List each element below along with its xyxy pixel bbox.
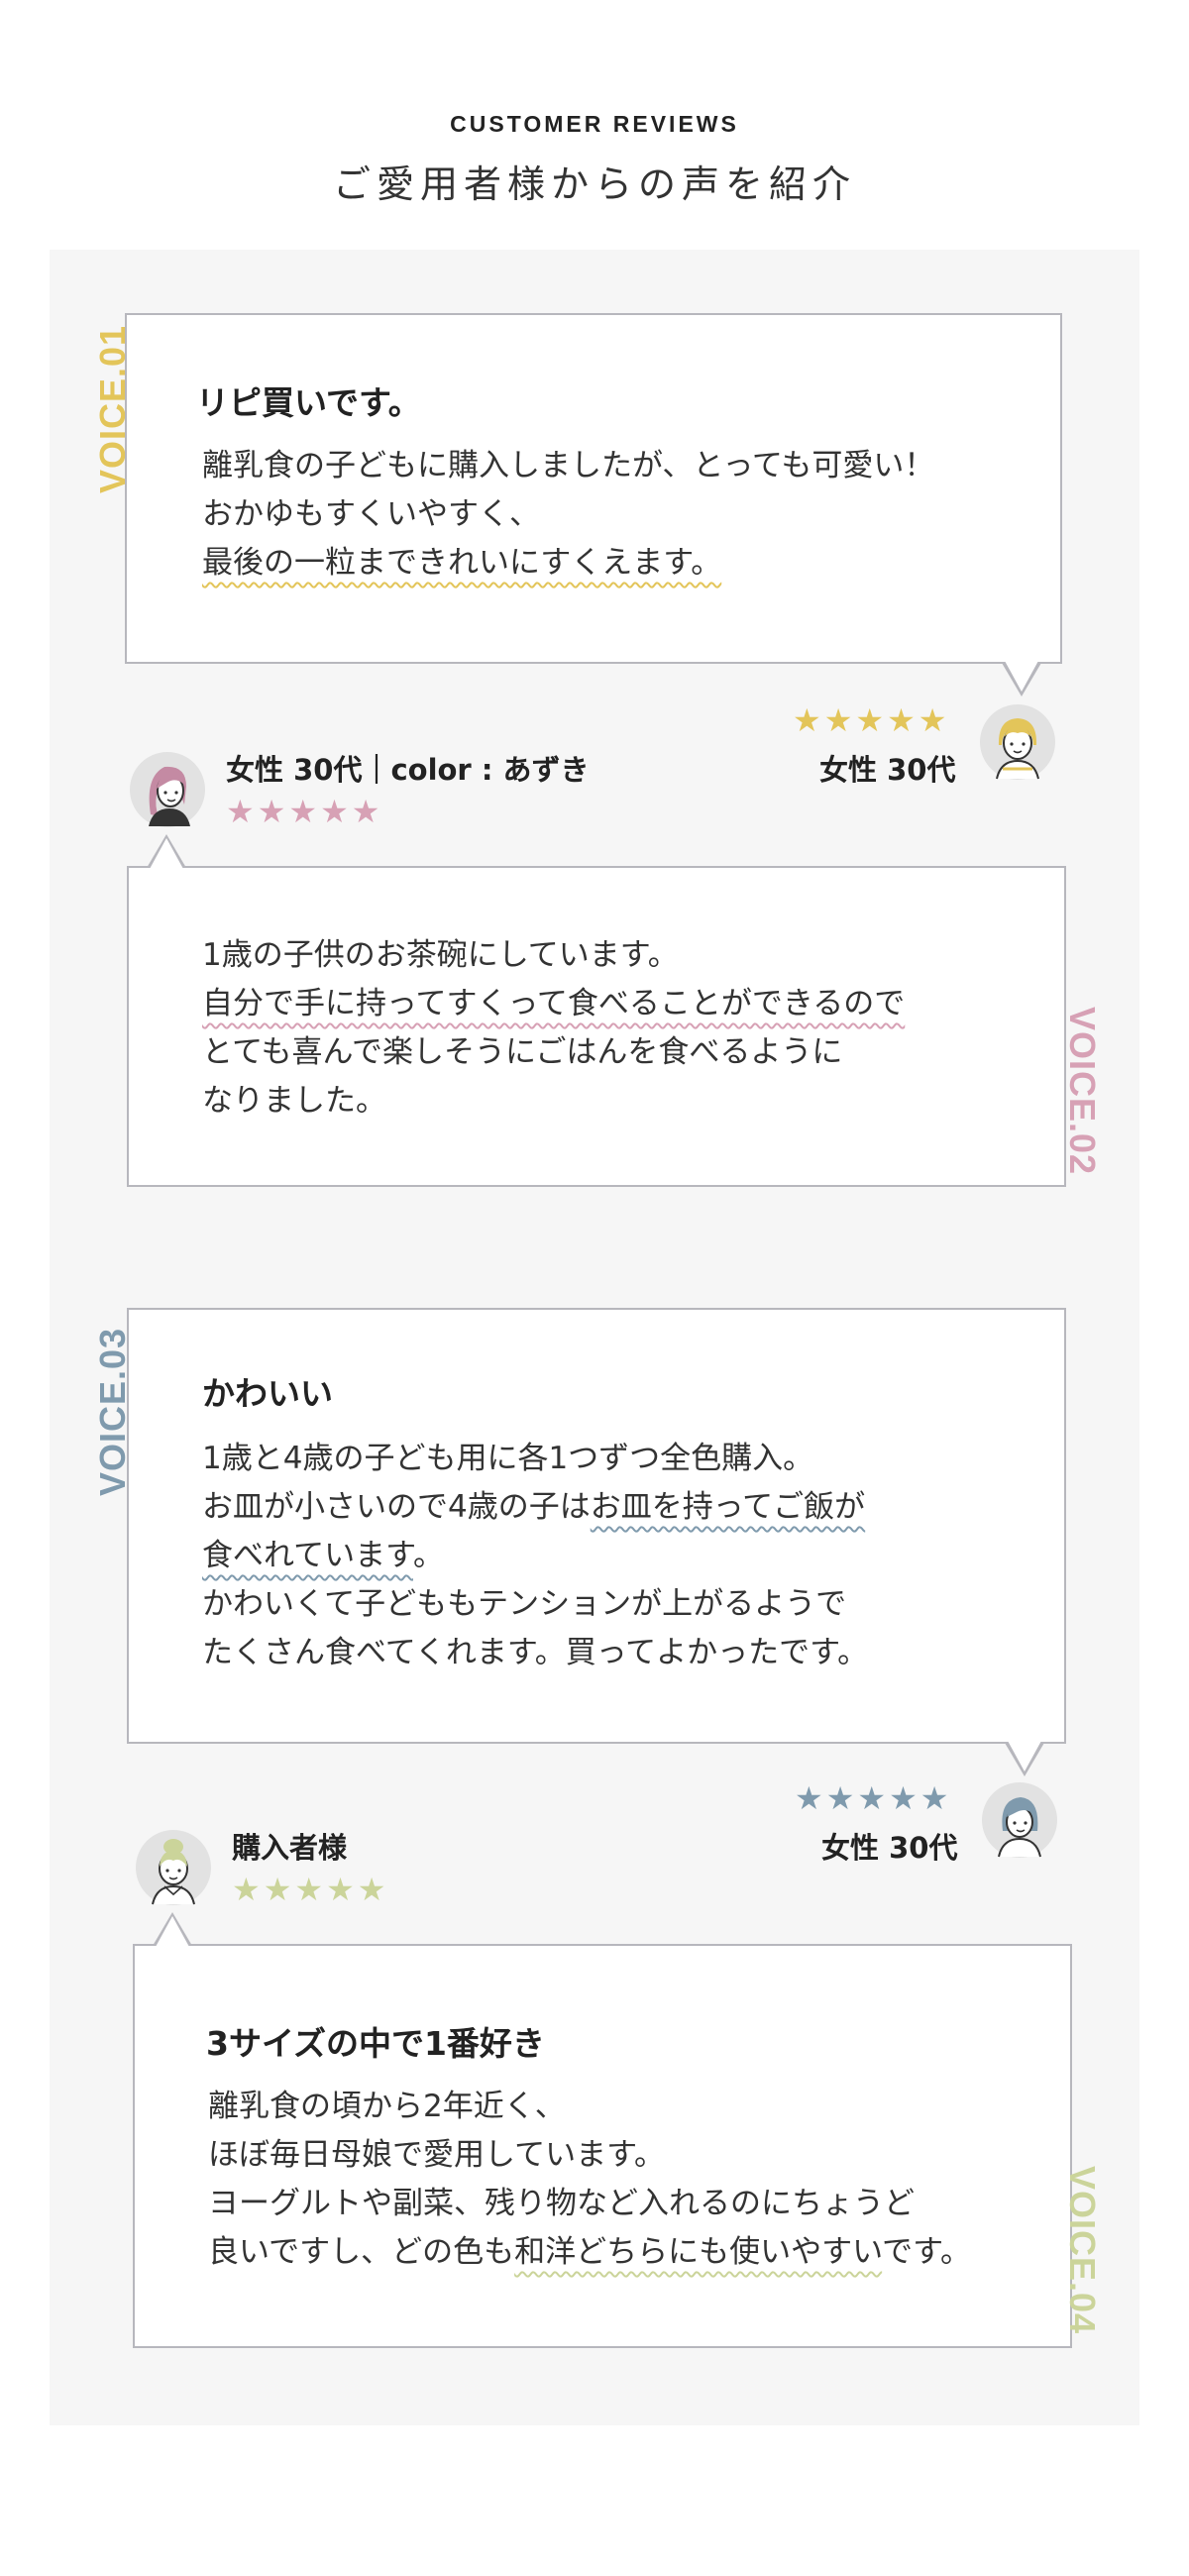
review-body-02: 1歳の子供のお茶碗にしています。 自分で手に持ってすくって食べることができるので… (202, 931, 905, 1126)
reviewer-label-02: 女性 30代｜color : あずき (226, 753, 590, 787)
review-title-03: かわいい (202, 1374, 333, 1413)
review-highlight: 最後の一粒まできれいにすくえます。 (202, 545, 722, 581)
rating-stars-01: ★★★★★ (793, 701, 950, 739)
rating-stars-02: ★★★★★ (226, 793, 383, 830)
section-header: CUSTOMER REVIEWS ご愛用者様からの声を紹介 (0, 111, 1189, 208)
review-line: とても喜んで楽しそうにごはんを食べるように (202, 1034, 843, 1070)
review-text: お皿が小さいので4歳の子は (202, 1489, 591, 1525)
review-line: なりました。 (202, 1083, 386, 1119)
section-title: ご愛用者様からの声を紹介 (332, 162, 856, 206)
review-text: 良いですし、どの色も (208, 2234, 515, 2270)
review-highlight: 自分で手に持ってすくって食べることができるので (202, 986, 906, 1021)
reviewer-label-01: 女性 30代 (819, 753, 956, 787)
review-highlight: 食べれています (202, 1538, 413, 1573)
review-highlight: お皿を持ってご飯が (590, 1489, 866, 1525)
review-body-03: 1歳と4歳の子ども用に各1つずつ全色購入。 お皿が小さいので4歳の子はお皿を持っ… (202, 1435, 868, 1677)
voice-label-04: VOICE.04 (1062, 2166, 1103, 2335)
rating-stars-03: ★★★★★ (795, 1779, 952, 1817)
review-line: 1歳と4歳の子ども用に各1つずつ全色購入。 (202, 1441, 814, 1476)
voice-label-02: VOICE.02 (1062, 1007, 1103, 1176)
woman-short-hair-avatar-icon (980, 704, 1055, 780)
review-line: ヨーグルトや副菜、残り物など入れるのにちょうど (208, 2186, 915, 2221)
section-eyebrow: CUSTOMER REVIEWS (450, 111, 739, 137)
review-line: 離乳食の子どもに購入しましたが、とっても可愛い！ (202, 448, 935, 483)
woman-bob-hair-avatar-icon (982, 1782, 1057, 1858)
review-line: かわいくて子どももテンションが上がるようで (202, 1586, 847, 1622)
review-body-04: 離乳食の頃から2年近く、 ほぼ毎日母娘で愛用しています。 ヨーグルトや副菜、残り… (208, 2083, 971, 2277)
review-body-01: 離乳食の子どもに購入しましたが、とっても可愛い！ おかゆもすくいやすく、 最後の… (202, 442, 934, 588)
rating-stars-04: ★★★★★ (232, 1871, 389, 1908)
review-line: 1歳の子供のお茶碗にしています。 (202, 937, 679, 973)
review-text: です。 (882, 2234, 972, 2270)
review-line: ほぼ毎日母娘で愛用しています。 (208, 2137, 665, 2173)
review-line: おかゆもすくいやすく、 (202, 496, 540, 532)
review-line: たくさん食べてくれます。買ってよかったです。 (202, 1635, 869, 1670)
reviewer-label-04: 購入者様 (232, 1831, 348, 1865)
review-highlight: 和洋どちらにも使いやすい (514, 2234, 883, 2270)
woman-updo-avatar-icon (136, 1830, 211, 1905)
woman-long-hair-avatar-icon (130, 752, 205, 827)
review-title-01: リピ買いです。 (196, 383, 421, 422)
review-line: 離乳食の頃から2年近く、 (208, 2089, 566, 2124)
reviewer-label-03: 女性 30代 (821, 1831, 958, 1865)
review-text: 。 (412, 1538, 444, 1573)
review-title-04: 3サイズの中で1番好き (206, 2024, 545, 2063)
